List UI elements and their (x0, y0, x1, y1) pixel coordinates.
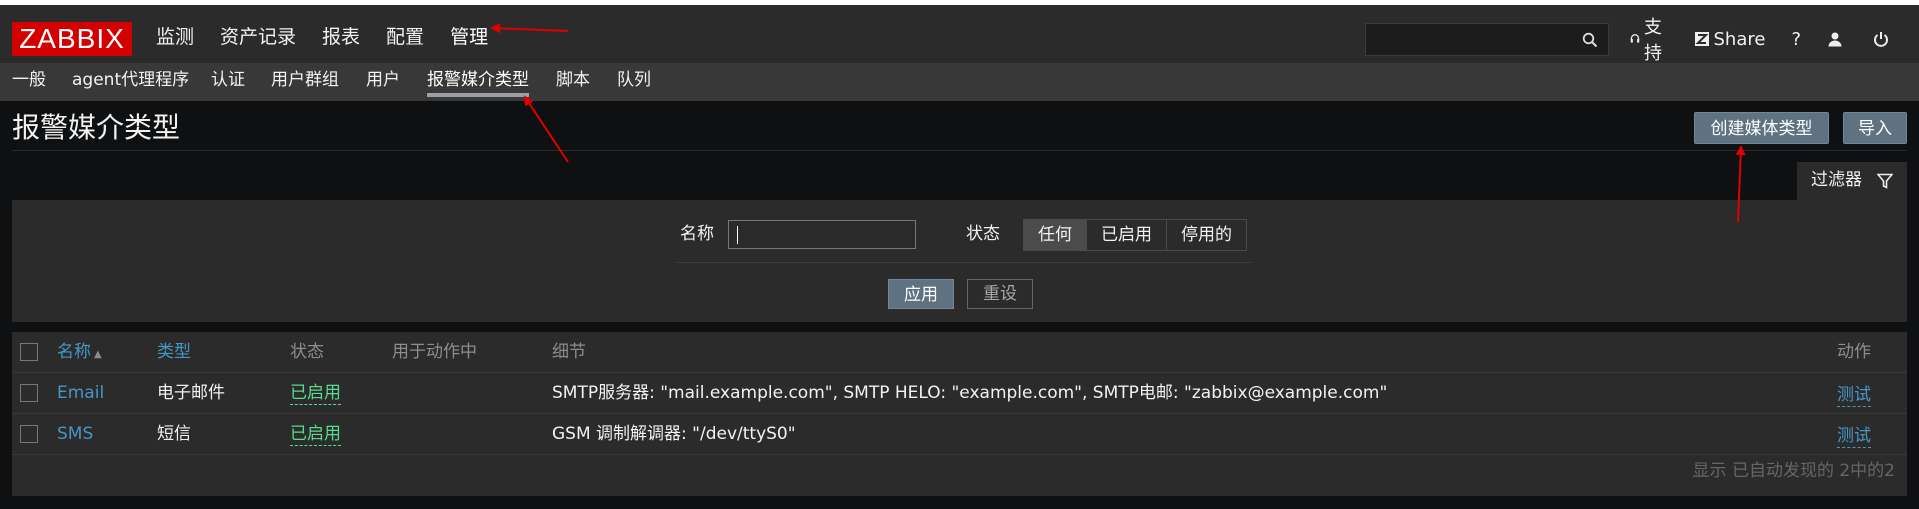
filter-name-input[interactable] (728, 220, 916, 249)
submenu-item-proxies[interactable]: agent代理程序 (72, 69, 189, 91)
media-type-name-link[interactable]: Email (57, 382, 104, 404)
reset-button[interactable]: 重设 (967, 279, 1033, 309)
status-option-enabled[interactable]: 已启用 (1087, 220, 1167, 250)
funnel-icon (1877, 173, 1893, 189)
media-types-table: 名称 ▲ 类型 状态 用于动作中 细节 动作 Email 电子邮件 已启用 SMT… (12, 332, 1907, 496)
column-header-status: 状态 (290, 342, 324, 362)
media-type-type: 短信 (157, 424, 191, 444)
import-button[interactable]: 导入 (1843, 112, 1907, 144)
filter-divider (676, 262, 1252, 263)
filter-tab-label: 过滤器 (1811, 170, 1862, 190)
submenu-item-user-groups[interactable]: 用户群组 (271, 69, 339, 91)
sort-asc-icon: ▲ (94, 349, 102, 360)
table-row: SMS 短信 已启用 GSM 调制解调器: "/dev/ttyS0" 测试 (12, 414, 1907, 455)
media-type-name-link[interactable]: SMS (57, 423, 93, 445)
table-header-row: 名称 ▲ 类型 状态 用于动作中 细节 动作 (12, 332, 1907, 373)
menu-item-monitoring[interactable]: 监测 (156, 22, 194, 52)
zabbix-logo[interactable]: ZABBIX (12, 22, 132, 56)
help-button[interactable]: ? (1791, 29, 1801, 50)
menu-item-administration[interactable]: 管理 (450, 22, 488, 52)
column-header-type[interactable]: 类型 (157, 341, 191, 363)
media-type-type: 电子邮件 (157, 383, 225, 403)
submenu-item-media-types[interactable]: 报警媒介类型 (427, 69, 529, 97)
filter-name-label: 名称 (680, 224, 714, 244)
user-icon (1828, 32, 1842, 47)
menu-item-configuration[interactable]: 配置 (386, 22, 424, 52)
row-checkbox[interactable] (20, 384, 38, 402)
search-input[interactable] (1365, 23, 1609, 56)
headset-icon (1630, 34, 1640, 43)
filter-panel: 名称 状态 任何 已启用 停用的 应用 重设 (12, 200, 1907, 322)
media-type-details: GSM 调制解调器: "/dev/ttyS0" (552, 424, 796, 444)
status-option-any[interactable]: 任何 (1024, 220, 1087, 250)
status-option-disabled[interactable]: 停用的 (1167, 220, 1246, 250)
test-link[interactable]: 测试 (1837, 425, 1871, 448)
main-header: ZABBIX 监测 资产记录 报表 配置 管理 支持 Share ? (0, 5, 1919, 64)
text-caret (737, 226, 738, 244)
share-link[interactable]: Share (1695, 29, 1765, 50)
test-link[interactable]: 测试 (1837, 384, 1871, 407)
search-icon[interactable] (1582, 32, 1598, 48)
column-header-name[interactable]: 名称 ▲ (57, 341, 102, 366)
column-header-used-in-actions: 用于动作中 (392, 342, 477, 362)
submenu-item-users[interactable]: 用户 (366, 69, 400, 91)
select-all-checkbox[interactable] (20, 343, 38, 361)
user-profile-button[interactable] (1827, 31, 1847, 47)
create-media-type-button[interactable]: 创建媒体类型 (1694, 112, 1829, 144)
submenu-item-authentication[interactable]: 认证 (211, 69, 245, 91)
support-label: 支持 (1643, 17, 1662, 64)
signout-button[interactable] (1873, 31, 1893, 47)
main-menu: 监测 资产记录 报表 配置 管理 (156, 22, 514, 52)
header-links: 支持 Share ? (1630, 17, 1919, 64)
support-link[interactable]: 支持 (1630, 13, 1669, 65)
column-header-details: 细节 (552, 342, 586, 362)
column-header-actions: 动作 (1837, 342, 1871, 362)
share-z-icon (1695, 32, 1710, 46)
submenu: 一般 agent代理程序 认证 用户群组 用户 报警媒介类型 脚本 队列 (0, 63, 1919, 101)
arrow-to-media-types-tab (523, 95, 569, 163)
column-header-name-label: 名称 (57, 342, 91, 362)
apply-button[interactable]: 应用 (888, 279, 954, 309)
power-icon (1874, 32, 1888, 47)
menu-item-reports[interactable]: 报表 (322, 22, 360, 52)
submenu-item-queue[interactable]: 队列 (617, 69, 651, 91)
status-segmented-control: 任何 已启用 停用的 (1023, 219, 1247, 251)
title-divider (12, 150, 1907, 151)
menu-item-inventory[interactable]: 资产记录 (220, 22, 296, 52)
row-checkbox[interactable] (20, 425, 38, 443)
status-toggle[interactable]: 已启用 (290, 382, 341, 405)
share-label: Share (1713, 28, 1766, 50)
status-toggle[interactable]: 已启用 (290, 423, 341, 446)
table-footer-count: 显示 已自动发现的 2中的2 (1692, 461, 1895, 481)
submenu-item-scripts[interactable]: 脚本 (556, 69, 590, 91)
media-type-details: SMTP服务器: "mail.example.com", SMTP HELO: … (552, 383, 1388, 403)
page-title: 报警媒介类型 (12, 111, 181, 144)
filter-status-label: 状态 (966, 224, 1000, 244)
filter-tab[interactable]: 过滤器 (1797, 162, 1907, 202)
submenu-item-general[interactable]: 一般 (12, 69, 46, 91)
table-row: Email 电子邮件 已启用 SMTP服务器: "mail.example.co… (12, 373, 1907, 414)
